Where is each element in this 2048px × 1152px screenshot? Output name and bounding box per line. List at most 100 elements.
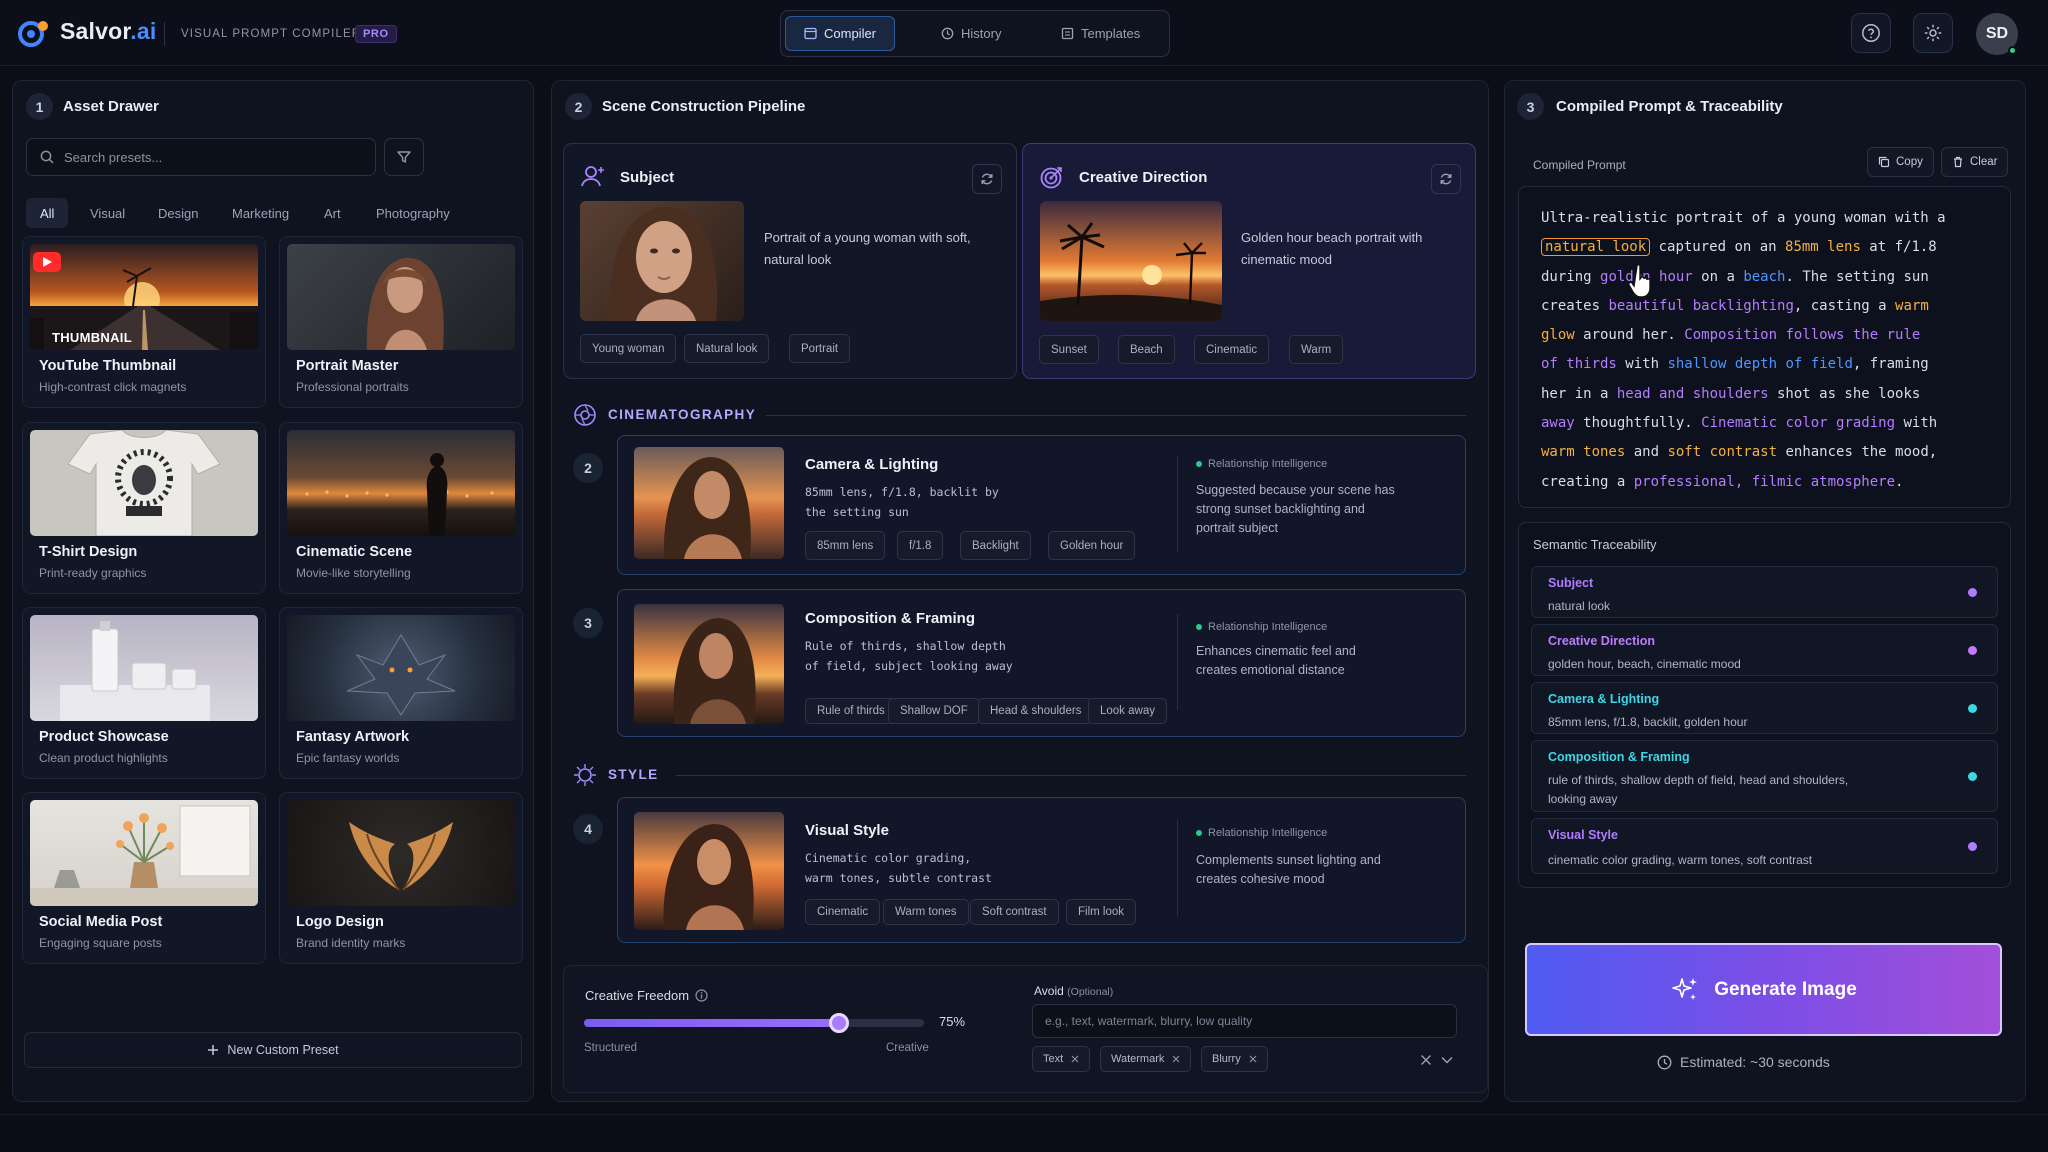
chip[interactable]: f/1.8: [897, 531, 944, 560]
chip[interactable]: 85mm lens: [805, 531, 886, 560]
chip[interactable]: Sunset: [1039, 335, 1099, 364]
status-dot: [1196, 624, 1202, 630]
preset-card[interactable]: Portrait Master Professional portraits: [279, 236, 523, 408]
chip[interactable]: Warm tones: [883, 899, 969, 925]
filter-button[interactable]: [384, 138, 424, 176]
compiled-prompt-text[interactable]: Ultra-realistic portrait of a young woma…: [1541, 204, 2001, 497]
preset-search-field[interactable]: Search presets...: [26, 138, 376, 176]
sparkles-icon: [1672, 977, 1698, 1000]
settings-button[interactable]: [1913, 13, 1953, 53]
clear-button[interactable]: Clear: [1941, 147, 2009, 177]
chip[interactable]: Beach: [1118, 335, 1175, 364]
preset-card[interactable]: Social Media Post Engaging square posts: [22, 792, 266, 964]
chip[interactable]: Cinematic: [1194, 335, 1270, 364]
relationship-intelligence-label: Relationship Intelligence: [1196, 621, 1327, 633]
t-shirt-design-image: [30, 430, 258, 536]
prompt-highlight[interactable]: glow: [1541, 327, 1575, 343]
prompt-highlight[interactable]: away: [1541, 415, 1575, 431]
tab-history[interactable]: History: [923, 16, 1019, 51]
trace-item-subject[interactable]: Subject natural look: [1531, 566, 1998, 618]
row-title: Composition & Framing: [805, 610, 975, 627]
generate-image-button[interactable]: Generate Image: [1525, 943, 2002, 1036]
preset-card[interactable]: T-Shirt Design Print-ready graphics: [22, 422, 266, 594]
tab-templates[interactable]: Templates: [1043, 16, 1158, 51]
camera-lighting-card[interactable]: Camera & Lighting 85mm lens, f/1.8, back…: [617, 435, 1466, 575]
prompt-text-segment: . The setting sun: [1785, 268, 1929, 285]
trace-item-creative-direction[interactable]: Creative Direction golden hour, beach, c…: [1531, 624, 1998, 676]
compiled-prompt-box[interactable]: Ultra-realistic portrait of a young woma…: [1518, 186, 2011, 508]
prompt-highlight[interactable]: 85mm lens: [1785, 239, 1861, 255]
pro-badge: PRO: [355, 25, 397, 43]
prompt-line: her in a head and shoulders shot as she …: [1541, 380, 2001, 409]
trace-item-camera-lighting[interactable]: Camera & Lighting 85mm lens, f/1.8, back…: [1531, 682, 1998, 734]
info-icon[interactable]: [695, 989, 708, 1002]
slider-handle[interactable]: [829, 1013, 849, 1033]
composition-framing-card[interactable]: Composition & Framing Rule of thirds, sh…: [617, 589, 1466, 737]
preset-card[interactable]: THUMBNAIL YouTube Thumbnail High-contras…: [22, 236, 266, 408]
refresh-button[interactable]: [972, 164, 1002, 194]
close-icon[interactable]: [1172, 1055, 1180, 1063]
close-icon[interactable]: [1249, 1055, 1257, 1063]
close-icon[interactable]: [1071, 1055, 1079, 1063]
trace-item-composition-framing[interactable]: Composition & Framing rule of thirds, sh…: [1531, 740, 1998, 812]
avoid-input[interactable]: e.g., text, watermark, blurry, low quali…: [1032, 1004, 1457, 1038]
preset-card[interactable]: Logo Design Brand identity marks: [279, 792, 523, 964]
prompt-highlight[interactable]: head and shoulders: [1617, 386, 1769, 402]
chip[interactable]: Cinematic: [805, 899, 881, 925]
new-custom-preset-button[interactable]: New Custom Preset: [24, 1032, 522, 1068]
trace-item-visual-style[interactable]: Visual Style cinematic color grading, wa…: [1531, 818, 1998, 874]
prompt-highlight[interactable]: beach: [1743, 269, 1785, 285]
chip[interactable]: Soft contrast: [970, 899, 1059, 925]
chip[interactable]: Young woman: [580, 334, 677, 363]
trace-name: Subject: [1548, 576, 1594, 590]
chevron-down-icon[interactable]: [1441, 1056, 1453, 1064]
prompt-highlight[interactable]: warm tones: [1541, 444, 1625, 460]
avoid-tag[interactable]: Blurry: [1201, 1046, 1268, 1072]
chip[interactable]: Backlight: [960, 531, 1031, 560]
chip[interactable]: Natural look: [684, 334, 770, 363]
creative-freedom-value: 75%: [939, 1014, 966, 1029]
prompt-highlight[interactable]: beautiful backlighting: [1608, 298, 1793, 314]
subject-card[interactable]: Subject Portrait of a young woman with s…: [563, 143, 1017, 379]
prompt-highlight[interactable]: soft contrast: [1667, 444, 1777, 460]
preset-title: YouTube Thumbnail: [39, 358, 177, 374]
chip[interactable]: Film look: [1066, 899, 1137, 925]
category-tab-all[interactable]: All: [26, 198, 69, 228]
category-tab-photography[interactable]: Photography: [362, 198, 464, 228]
visual-style-card[interactable]: Visual Style Cinematic color grading, war…: [617, 797, 1466, 943]
prompt-highlight[interactable]: of thirds: [1541, 356, 1617, 372]
prompt-highlight[interactable]: warm: [1895, 298, 1929, 314]
brand-name[interactable]: Salvor.ai: [60, 18, 156, 45]
category-tab-visual[interactable]: Visual: [76, 198, 139, 228]
chip[interactable]: Shallow DOF: [888, 698, 980, 724]
prompt-highlight[interactable]: Cinematic color grading: [1701, 415, 1895, 431]
creative-freedom-slider[interactable]: [584, 1013, 924, 1033]
prompt-highlight[interactable]: natural look: [1541, 238, 1651, 257]
category-tab-art[interactable]: Art: [310, 198, 355, 228]
prompt-highlight[interactable]: shallow depth of field: [1667, 356, 1852, 372]
chip[interactable]: Head & shoulders: [978, 698, 1094, 724]
avoid-tag[interactable]: Text: [1032, 1046, 1091, 1072]
copy-button[interactable]: Copy: [1867, 147, 1934, 177]
prompt-line: natural look captured on an 85mm lens at…: [1541, 233, 2001, 262]
preset-card[interactable]: Product Showcase Clean product highlight…: [22, 607, 266, 779]
row-title: Camera & Lighting: [805, 456, 939, 473]
chip[interactable]: Golden hour: [1048, 531, 1136, 560]
category-tab-design[interactable]: Design: [144, 198, 212, 228]
chip[interactable]: Portrait: [789, 334, 851, 363]
help-button[interactable]: [1851, 13, 1891, 53]
chip[interactable]: Warm: [1289, 335, 1344, 364]
clear-all-icon[interactable]: [1420, 1054, 1432, 1066]
chip[interactable]: Rule of thirds: [805, 698, 897, 724]
preset-card[interactable]: Cinematic Scene Movie-like storytelling: [279, 422, 523, 594]
preset-card[interactable]: Fantasy Artwork Epic fantasy worlds: [279, 607, 523, 779]
prompt-highlight[interactable]: professional, filmic atmosphere: [1634, 474, 1895, 490]
tab-compiler[interactable]: Compiler: [785, 16, 896, 51]
online-status-dot: [2008, 46, 2017, 55]
avoid-tag[interactable]: Watermark: [1100, 1046, 1192, 1072]
prompt-highlight[interactable]: Composition follows the rule: [1684, 327, 1920, 343]
category-tab-marketing[interactable]: Marketing: [218, 198, 303, 228]
refresh-button[interactable]: [1431, 164, 1461, 194]
creative-direction-card[interactable]: Creative Direction Golden hour beach por…: [1022, 143, 1476, 379]
chip[interactable]: Look away: [1088, 698, 1167, 724]
